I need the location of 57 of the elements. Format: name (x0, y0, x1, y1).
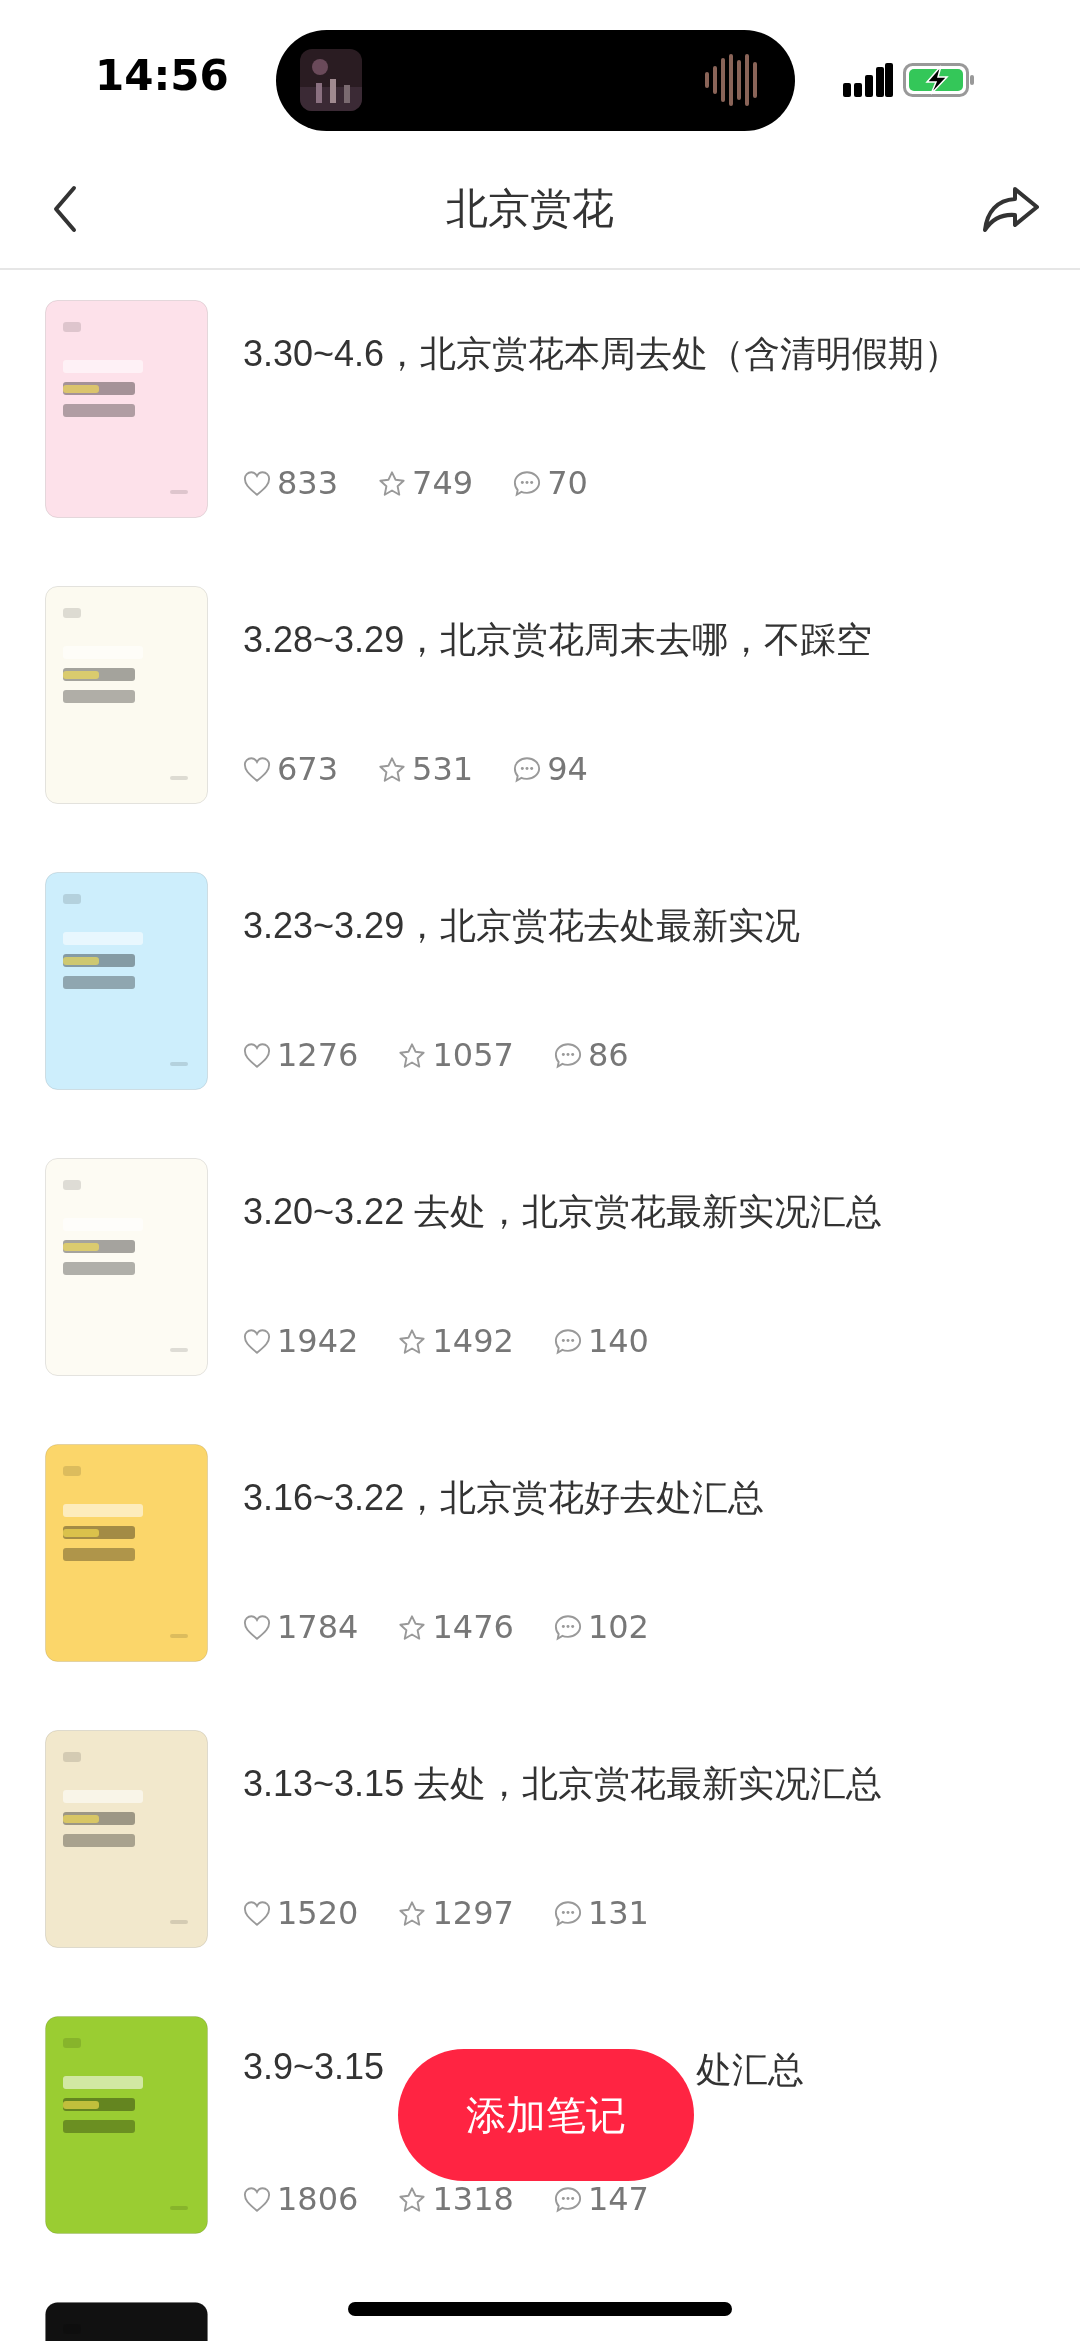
note-title[interactable]: 3.23~3.29，北京赏花去处最新实况 (243, 902, 801, 951)
favorite-count: 1318 (432, 2180, 514, 2218)
heart-icon (243, 469, 271, 497)
favorite-count: 749 (412, 464, 474, 502)
note-title[interactable]: 3.13~3.15 去处，北京赏花最新实况汇总 (243, 1760, 883, 1809)
comment-count: 70 (547, 464, 588, 502)
heart-icon (243, 1041, 271, 1069)
comment-count: 94 (547, 750, 588, 788)
comment-count: 102 (587, 1608, 649, 1646)
star-icon (398, 1899, 427, 1927)
page-title: 北京赏花 (446, 183, 614, 235)
signal-icon (843, 63, 893, 97)
comment-icon (553, 1041, 582, 1069)
star-icon (378, 755, 407, 783)
note-title[interactable]: 3.20~3.22 去处，北京赏花最新实况汇总 (243, 1188, 883, 1237)
star-icon (398, 1041, 427, 1069)
comment-count: 147 (587, 2180, 649, 2218)
comment-icon (553, 2185, 582, 2213)
comment-count: 131 (587, 1894, 649, 1932)
note-title[interactable]: 3.28~3.29，北京赏花周末去哪，不踩空 (243, 616, 873, 665)
favorite-count: 1057 (432, 1036, 514, 1074)
favorite-count: 1297 (432, 1894, 514, 1932)
battery-icon (903, 63, 975, 97)
heart-icon (243, 1899, 271, 1927)
star-icon (398, 1613, 427, 1641)
comment-icon (553, 1899, 582, 1927)
back-icon[interactable] (52, 185, 78, 233)
favorite-count: 1476 (432, 1608, 514, 1646)
favorite-count: 1492 (432, 1322, 514, 1360)
like-count: 673 (277, 750, 339, 788)
share-icon[interactable] (982, 185, 1040, 233)
heart-icon (243, 755, 271, 783)
like-count: 1942 (277, 1322, 359, 1360)
star-icon (398, 1327, 427, 1355)
like-count: 833 (277, 464, 339, 502)
star-icon (398, 2185, 427, 2213)
like-count: 1520 (277, 1894, 359, 1932)
note-title[interactable]: 3.16~3.22，北京赏花好去处汇总 (243, 1474, 765, 1523)
star-icon (378, 469, 407, 497)
comment-icon (553, 1613, 582, 1641)
like-count: 1784 (277, 1608, 359, 1646)
like-count: 1806 (277, 2180, 359, 2218)
heart-icon (243, 2185, 271, 2213)
like-count: 1276 (277, 1036, 359, 1074)
heart-icon (243, 1613, 271, 1641)
note-title[interactable]: 3.9~3.15 (243, 2046, 385, 2095)
comment-icon (513, 469, 542, 497)
comment-icon (553, 1327, 582, 1355)
note-title[interactable]: 3.30~4.6，北京赏花本周去处（含清明假期） (243, 330, 961, 379)
status-time: 14:56 (95, 50, 230, 100)
add-note-button[interactable]: 添加笔记 (398, 2049, 694, 2181)
note-title[interactable]: 处汇总 (696, 2046, 805, 2095)
comment-count: 86 (587, 1036, 629, 1074)
comment-count: 140 (587, 1322, 649, 1360)
favorite-count: 531 (412, 750, 474, 788)
heart-icon (243, 1327, 271, 1355)
comment-icon (513, 755, 542, 783)
